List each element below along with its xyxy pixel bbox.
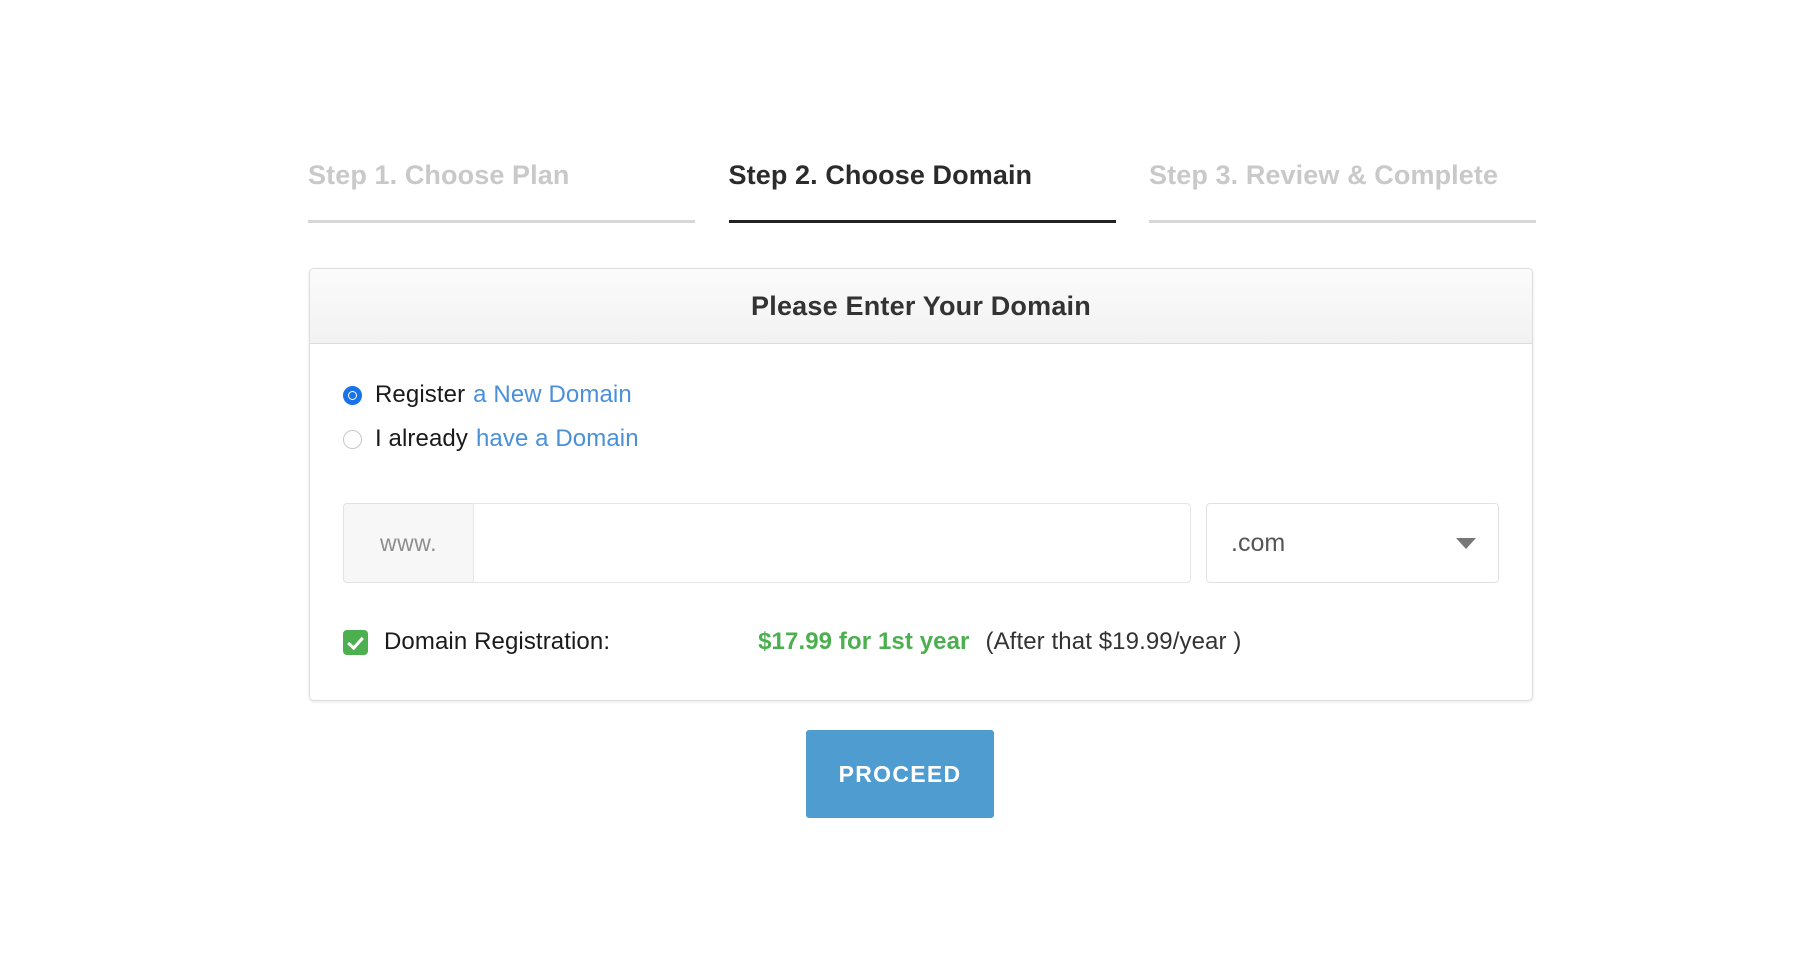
proceed-button[interactable]: PROCEED xyxy=(806,730,994,818)
chevron-down-icon xyxy=(1456,538,1476,549)
radio-register-new-domain[interactable] xyxy=(343,386,362,405)
domain-panel-body: Register a New Domain I already have a D… xyxy=(310,344,1532,700)
domain-registration-label: Domain Registration: xyxy=(384,628,610,656)
option-already-have-domain[interactable]: I already have a Domain xyxy=(343,422,1499,456)
domain-registration-note: (After that $19.99/year ) xyxy=(985,628,1241,656)
domain-name-input[interactable] xyxy=(473,503,1191,583)
domain-panel-header: Please Enter Your Domain xyxy=(310,269,1532,344)
radio-already-have-domain[interactable] xyxy=(343,430,362,449)
checkout-page: Step 1. Choose Plan Step 2. Choose Domai… xyxy=(0,0,1800,956)
domain-input-group: www. xyxy=(343,503,1191,583)
step-2-choose-domain[interactable]: Step 2. Choose Domain xyxy=(729,160,1116,223)
domain-registration-row: Domain Registration: $17.99 for 1st year… xyxy=(343,628,1499,656)
option-already-label: I already xyxy=(375,425,468,453)
domain-input-row: www. .com xyxy=(343,503,1499,583)
link-a-new-domain[interactable]: a New Domain xyxy=(473,381,632,409)
proceed-button-area: PROCEED xyxy=(0,730,1800,818)
domain-panel: Please Enter Your Domain Register a New … xyxy=(309,268,1533,701)
link-have-a-domain[interactable]: have a Domain xyxy=(476,425,639,453)
domain-registration-price: $17.99 for 1st year xyxy=(758,628,969,656)
tld-selected-value: .com xyxy=(1231,529,1285,558)
option-register-new-domain[interactable]: Register a New Domain xyxy=(343,378,1499,412)
option-register-label: Register xyxy=(375,381,465,409)
step-3-review-complete[interactable]: Step 3. Review & Complete xyxy=(1149,160,1536,223)
domain-registration-checkbox[interactable] xyxy=(343,630,368,655)
checkout-steps: Step 1. Choose Plan Step 2. Choose Domai… xyxy=(308,160,1536,223)
tld-select[interactable]: .com xyxy=(1206,503,1499,583)
panel-title: Please Enter Your Domain xyxy=(751,291,1091,322)
www-prefix-label: www. xyxy=(343,503,473,583)
step-1-choose-plan[interactable]: Step 1. Choose Plan xyxy=(308,160,695,223)
